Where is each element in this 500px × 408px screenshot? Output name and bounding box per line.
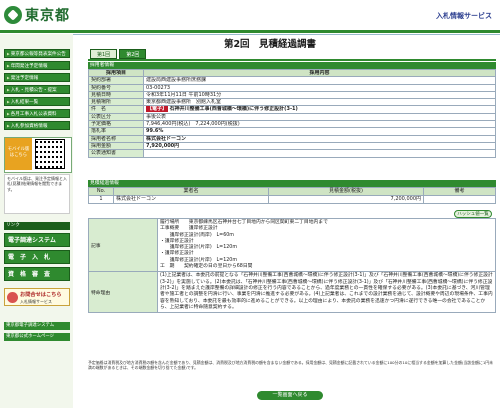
row-label: 見積日時 [88, 90, 144, 100]
inquiry-subtitle: 入札情報サービス [20, 299, 52, 304]
row-value: 7,946,400円(税込) 7,224,000円(税抜) [143, 120, 496, 129]
e-procurement-top-button[interactable]: 電子調達システム(TOP) [4, 233, 70, 258]
row-value: 建設局西建設事務所庶務課 [143, 76, 496, 85]
result-table: No. 業者名 見積金額(税抜) 備考 1 株式会社ドーコン 7,200,000… [88, 187, 496, 204]
row-value [143, 149, 496, 158]
row-value: 99.6% [143, 127, 496, 136]
table-row: 見積場所 東京都西建設事務所 別館入札室 [88, 98, 496, 107]
table-row: 公表区分 事後公表 [88, 112, 496, 122]
mobile-label[interactable]: モバイル版 はこちら [5, 138, 32, 170]
sidebar: 東京都公報等発表案件公告 年間発注予定情報 発注予定情報 入札・見積公告・提案 … [0, 34, 73, 408]
qr-code-icon [35, 139, 65, 169]
mobile-subtitle: はこちら [9, 153, 28, 158]
row-label: 公表区分 [88, 112, 144, 122]
sidebar-item-annual-plan[interactable]: 年間発注予定情報 [4, 61, 70, 70]
row-value: 東京都西建設事務所 別館入札室 [143, 98, 496, 107]
links-heading: リンク [4, 222, 70, 230]
site-logo[interactable]: 東京都 [4, 5, 70, 25]
row-label: 予定価格 [88, 120, 144, 129]
column-header-content: 採用内容 [143, 68, 496, 78]
kiji-line: 工 期 契約確定の日の翌日から68日間 [160, 264, 253, 270]
mobile-note: モバイル版は、発注予定情報と入札(見積)結果情報を閲覧できます。 [4, 174, 70, 214]
row-label: 件 名 [88, 105, 144, 114]
table-header-row: No. 業者名 見積金額(税抜) 備考 [88, 187, 496, 196]
column-header-note: 備考 [423, 187, 496, 196]
row-value: 7,920,000円 [143, 141, 496, 151]
row-value: 事後公表 [143, 112, 496, 122]
table-header-row: 採用項目 採用内容 [88, 68, 496, 78]
tab-divider [88, 59, 496, 61]
row-label: 見積場所 [88, 98, 144, 107]
section-result-info: 見積経過情報 [88, 180, 496, 187]
tab-round-1[interactable]: 第1回 [90, 49, 118, 59]
sidebar-item-order-plan[interactable]: 発注予定情報 [4, 73, 70, 82]
inquiry-title: お問合せはこちら [20, 292, 62, 298]
row-value: 03-00273 [143, 83, 496, 92]
column-header-item: 採用項目 [88, 68, 144, 78]
footnote: 予定価格は消費税及び地方消費税の額を含んだ金額であり、見積金額は、消費税及び地方… [88, 360, 494, 371]
table-row: 契約番号 03-00273 [88, 83, 496, 92]
footer-link-e-procurement[interactable]: 東京都電子調達システム [4, 322, 70, 330]
page-title: 第2回 見積経過調書 [223, 39, 317, 50]
row-label: 公表通知書 [88, 149, 144, 158]
table-row: 1 株式会社ドーコン 7,200,000円 [88, 195, 496, 204]
section-adopter-info: 採用者情報 [88, 62, 496, 69]
row-value: 令和3年11月11日 午前10時31分 [143, 90, 496, 100]
header-divider [0, 30, 500, 33]
cell-note [423, 195, 496, 204]
table-row: 採用者名称 株式会社ドーコン [88, 134, 496, 143]
column-header-no: No. [88, 187, 114, 196]
row-label: 落札率 [88, 127, 144, 136]
sidebar-item-bid-notice[interactable]: 入札・見積公告・提案 [4, 85, 70, 94]
table-row: 予定価格 7,946,400円(税込) 7,224,000円(税抜) [88, 120, 496, 129]
row-value: 【電子】 石神井川整備工事(西曹城橋〜環橋)に伴う修正設計(3-1) [143, 105, 496, 114]
tokyo-logo-icon [4, 6, 22, 24]
electronic-badge: 【電子】 [146, 106, 169, 113]
logo-text: 東京都 [25, 8, 70, 24]
table-row: 落札率 99.6% [88, 127, 496, 136]
column-header-vendor: 業者名 [113, 187, 269, 196]
qualification-button[interactable]: 資 格 審 査 [4, 267, 70, 281]
service-name: 入札情報サービス [436, 12, 492, 20]
cell-no: 1 [88, 195, 114, 204]
adopter-info-table: 採用項目 採用内容 契約部署 建設局西建設事務所庶務課 契約番号 03-00273 … [88, 68, 496, 158]
inquiry-banner[interactable]: お問合せはこちら 入札情報サービス [4, 288, 70, 306]
sidebar-item-bid-results[interactable]: 入札結果一覧 [4, 97, 70, 106]
row-label-reason: 特命理由 [88, 271, 158, 314]
sidebar-item-qualification[interactable]: 入札参加資格情報 [4, 121, 70, 130]
row-value-reason: (1)上記業者は、本委託の前提となる「石神井川整備工事(西曹城橋〜環橋)に伴う修… [157, 271, 496, 314]
tab-round-2[interactable]: 第2回 [119, 49, 147, 59]
table-row: 採用金額 7,920,000円 [88, 141, 496, 151]
cell-amount: 7,200,000円 [268, 195, 424, 204]
project-name: 石神井川整備工事(西曹城橋〜環橋)に伴う修正設計(3-1) [169, 106, 298, 113]
footer-link-official-site[interactable]: 東京都公式ホームページ [4, 333, 70, 341]
table-row: 特命理由 (1)上記業者は、本委託の前提となる「石神井川整備工事(西曹城橋〜環橋… [88, 271, 496, 314]
sidebar-item-public-notice[interactable]: 東京都公報等発表案件公告 [4, 49, 70, 58]
e-bid-button[interactable]: 電 子 入 札 [4, 250, 70, 264]
column-header-amount: 見積金額(税抜) [268, 187, 424, 196]
inquiry-icon [7, 292, 18, 303]
row-value-kiji: 履行場所 東京都練馬区石神井台七丁目地内から同区関町東二丁目地内まで 工事概要 … [157, 217, 496, 273]
table-row: 見積日時 令和3年11月11日 午前10時31分 [88, 90, 496, 100]
detail-table: 記事 履行場所 東京都練馬区石神井台七丁目地内から同区関町東二丁目地内まで 工事… [88, 217, 496, 314]
hash-list-button[interactable]: ハッシュ値一覧 [454, 210, 492, 218]
row-label: 採用金額 [88, 141, 144, 151]
row-label: 契約番号 [88, 83, 144, 92]
cell-vendor: 株式会社ドーコン [113, 195, 269, 204]
round-tabs: 第1回 第2回 [90, 49, 147, 59]
table-row: 公表通知書 [88, 149, 496, 158]
table-row: 契約部署 建設局西建設事務所庶務課 [88, 76, 496, 85]
sidebar-item-monthly-docs[interactable]: 各月工事入札公表資料 [4, 109, 70, 118]
table-row: 件 名【電子】 石神井川整備工事(西曹城橋〜環橋)に伴う修正設計(3-1) [88, 105, 496, 114]
row-label: 採用者名称 [88, 134, 144, 143]
row-label: 契約部署 [88, 76, 144, 85]
table-row: 記事 履行場所 東京都練馬区石神井台七丁目地内から同区関町東二丁目地内まで 工事… [88, 217, 496, 273]
row-value: 株式会社ドーコン [143, 134, 496, 143]
back-to-list-button[interactable]: 一覧画面へ戻る [257, 391, 323, 400]
row-label-kiji: 記事 [88, 217, 158, 273]
